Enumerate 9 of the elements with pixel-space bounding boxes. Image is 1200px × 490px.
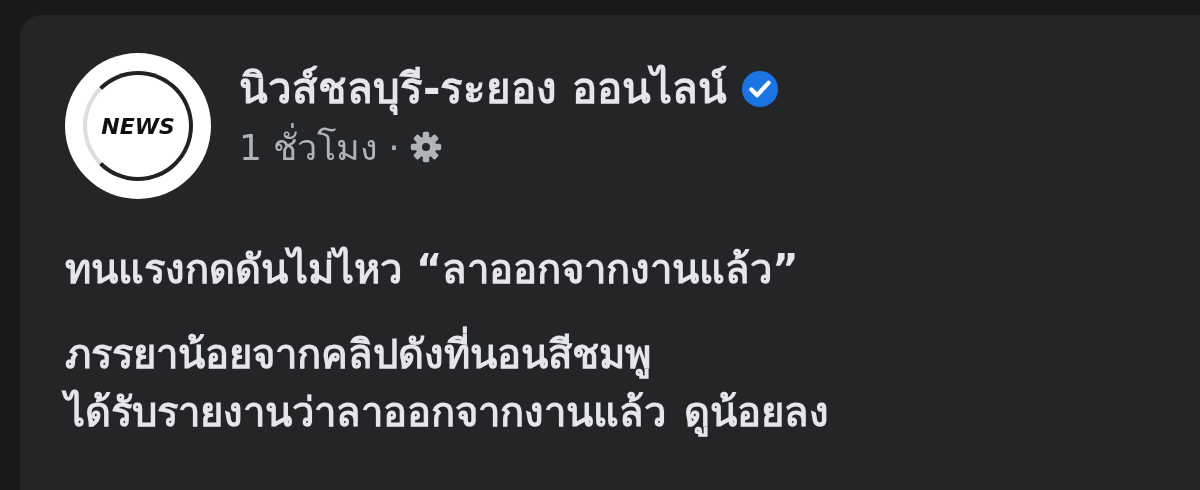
post-text: ภรรยาน้อยจากคลิปดังที่นอนสีชมพู xyxy=(65,325,1065,383)
gear-icon xyxy=(409,131,442,164)
post-headline: ทนแรงกดดันไม่ไหว “ลาออกจากงานแล้ว” xyxy=(65,245,800,294)
logo-text: NEWS xyxy=(101,113,175,139)
post-time[interactable]: 1 ชั่วโมง xyxy=(239,118,379,176)
separator-dot: · xyxy=(388,126,400,168)
author-name[interactable]: นิวส์ชลบุรี-ระยอง ออนไลน์ xyxy=(239,64,728,115)
page-avatar[interactable]: NEWS xyxy=(65,53,211,199)
see-less-link[interactable]: ดูน้อยลง xyxy=(684,383,829,441)
